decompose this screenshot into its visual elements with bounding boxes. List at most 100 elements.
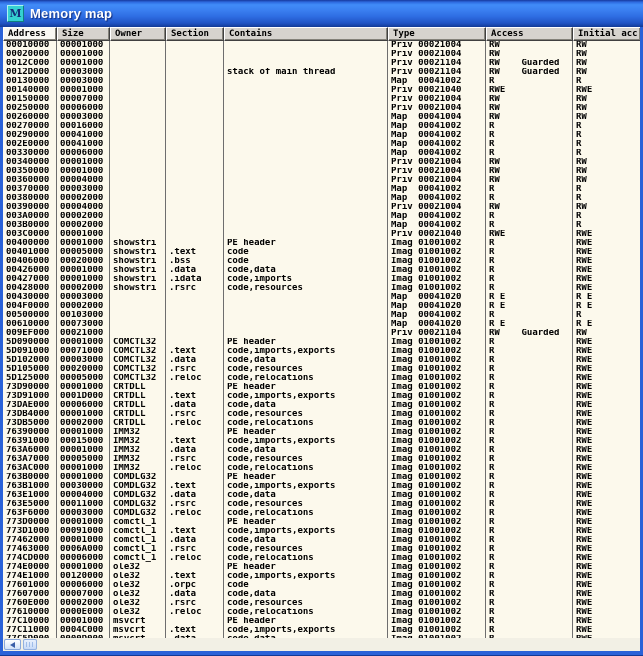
cell-section: .text: [166, 248, 224, 257]
table-row[interactable]: 5D12500000005000COMCTL32.reloccode,reloc…: [3, 374, 640, 383]
cell-type: Map 00041002: [388, 185, 486, 194]
table-row[interactable]: 73DB400000001000CRTDLL.rsrccode,resource…: [3, 410, 640, 419]
table-row[interactable]: 773D100000091000comctl_1.textcode,import…: [3, 527, 640, 536]
column-header-type[interactable]: Type: [388, 27, 486, 41]
column-header-section[interactable]: Section: [166, 27, 224, 41]
cell-size: 00001000: [57, 410, 110, 419]
table-row[interactable]: 0001000000001000Priv 00021004RWRW: [3, 41, 640, 50]
table-row[interactable]: 5D09000000001000COMCTL32PE headerImag 01…: [3, 338, 640, 347]
table-row[interactable]: 0040100000005000showstri.textcodeImag 01…: [3, 248, 640, 257]
table-row[interactable]: 7746200000001000comctl_1.datacode,dataIm…: [3, 536, 640, 545]
table-row[interactable]: 003A000000002000Map 00041002RR: [3, 212, 640, 221]
cell-initial-access: RWE: [573, 473, 640, 482]
table-row[interactable]: 003B000000002000Map 00041002RR: [3, 221, 640, 230]
table-row[interactable]: 7760700000007000ole32.datacode,dataImag …: [3, 590, 640, 599]
table-row[interactable]: 0037000000003000Map 00041002RR: [3, 185, 640, 194]
column-header-address[interactable]: Address: [3, 27, 57, 41]
cell-type: Map 00041002: [388, 221, 486, 230]
table-row[interactable]: 763B100000030000COMDLG32.textcode,import…: [3, 482, 640, 491]
table-row[interactable]: 773D000000001000comctl_1PE headerImag 01…: [3, 518, 640, 527]
cell-address: 00426000: [3, 266, 57, 275]
horizontal-scrollbar[interactable]: [3, 638, 640, 651]
cell-contains: code: [224, 248, 388, 257]
table-row[interactable]: 0038000000002000Map 00041002RR: [3, 194, 640, 203]
cell-initial-access: RWE: [573, 527, 640, 536]
table-row[interactable]: 004F000000002000Map 00041020R ER E: [3, 302, 640, 311]
table-row[interactable]: 77C110000004C000msvcrt.textcode,imports,…: [3, 626, 640, 635]
table-row[interactable]: 763E100000004000COMDLG32.datacode,dataIm…: [3, 491, 640, 500]
table-row[interactable]: 0015000000007000Priv 00021004RWRW: [3, 95, 640, 104]
cell-type: Imag 01001002: [388, 401, 486, 410]
scrollbar-thumb[interactable]: [23, 639, 37, 650]
table-row[interactable]: 0025000000006000Priv 00021004RWRW: [3, 104, 640, 113]
table-row[interactable]: 0012C00000001000Priv 00021104RW GuardedR…: [3, 59, 640, 68]
table-row[interactable]: 763E500000011000COMDLG32.rsrccode,resour…: [3, 500, 640, 509]
table-row[interactable]: 774CD00000006000comctl_1.reloccode,reloc…: [3, 554, 640, 563]
table-row[interactable]: 763F600000003000COMDLG32.reloccode,reloc…: [3, 509, 640, 518]
table-row[interactable]: 0027000000016000Map 00041002RR: [3, 122, 640, 131]
cell-section: .idata: [166, 275, 224, 284]
cell-owner: comctl_1: [110, 545, 166, 554]
titlebar[interactable]: M Memory map: [0, 0, 643, 27]
table-row[interactable]: 0034000000001000Priv 00021004RWRW: [3, 158, 640, 167]
table-row[interactable]: 73DAE00000006000CRTDLL.datacode,dataImag…: [3, 401, 640, 410]
table-row[interactable]: 0014000000001000Priv 00021040RWERWE: [3, 86, 640, 95]
table-row[interactable]: 009EF00000021000Priv 00021104RW GuardedR…: [3, 329, 640, 338]
table-row[interactable]: 774630000006A000comctl_1.rsrccode,resour…: [3, 545, 640, 554]
table-row[interactable]: 7639100000015000IMM32.textcode,imports,e…: [3, 437, 640, 446]
table-row[interactable]: 0042800000002000showstri.rsrccode,resour…: [3, 284, 640, 293]
table-row[interactable]: 5D09100000071000COMCTL32.textcode,import…: [3, 347, 640, 356]
cell-initial-access: RW: [573, 113, 640, 122]
column-header-size[interactable]: Size: [57, 27, 110, 41]
cell-size: 00003000: [57, 185, 110, 194]
table-row[interactable]: 0002000000001000Priv 00021004RWRW: [3, 50, 640, 59]
table-row[interactable]: 0043000000003000Map 00041020R ER E: [3, 293, 640, 302]
table-row[interactable]: 763A700000005000IMM32.rsrccode,resources…: [3, 455, 640, 464]
cell-owner: [110, 329, 166, 338]
table-row[interactable]: 776100000000E000ole32.reloccode,relocati…: [3, 608, 640, 617]
table-row[interactable]: 774E000000001000ole32PE headerImag 01001…: [3, 563, 640, 572]
table-row[interactable]: 774E100000120000ole32.textcode,imports,e…: [3, 572, 640, 581]
table-row[interactable]: 003C000000001000Priv 00021040RWERWE: [3, 230, 640, 239]
table-row[interactable]: 0040000000001000showstriPE headerImag 01…: [3, 239, 640, 248]
cell-type: Imag 01001002: [388, 500, 486, 509]
scroll-left-button[interactable]: [4, 639, 21, 650]
table-row[interactable]: 0040600000020000showstri.bsscodeImag 010…: [3, 257, 640, 266]
cell-initial-access: RWE: [573, 563, 640, 572]
table-row[interactable]: 77C1000000001000msvcrtPE headerImag 0100…: [3, 617, 640, 626]
cell-size: 00006000: [57, 149, 110, 158]
cell-type: Map 00041002: [388, 311, 486, 320]
table-row[interactable]: 0050000000103000Map 00041002RR: [3, 311, 640, 320]
table-row[interactable]: 763B000000001000COMDLG32PE headerImag 01…: [3, 473, 640, 482]
table-row[interactable]: 5D10200000003000COMCTL32.datacode,dataIm…: [3, 356, 640, 365]
cell-address: 00020000: [3, 50, 57, 59]
table-row[interactable]: 73D9000000001000CRTDLLPE headerImag 0100…: [3, 383, 640, 392]
table-row[interactable]: 0039000000004000Priv 00021004RWRW: [3, 203, 640, 212]
table-row[interactable]: 763A600000001000IMM32.datacode,dataImag …: [3, 446, 640, 455]
column-header-initial-access[interactable]: Initial acc: [573, 27, 640, 41]
table-row[interactable]: 0042600000001000showstri.datacode,dataIm…: [3, 266, 640, 275]
table-row[interactable]: 7760E00000002000ole32.rsrccode,resources…: [3, 599, 640, 608]
table-row[interactable]: 7639000000001000IMM32PE headerImag 01001…: [3, 428, 640, 437]
table-row[interactable]: 7760100000006000ole32.orpccodeImag 01001…: [3, 581, 640, 590]
column-header-contains[interactable]: Contains: [224, 27, 388, 41]
table-row[interactable]: 002E000000041000Map 00041002RR: [3, 140, 640, 149]
table-row[interactable]: 763AC00000001000IMM32.reloccode,relocati…: [3, 464, 640, 473]
table-row[interactable]: 0042700000001000showstri.idatacode,impor…: [3, 275, 640, 284]
table-row[interactable]: 0036000000004000Priv 00021004RWRW: [3, 176, 640, 185]
cell-initial-access: R: [573, 140, 640, 149]
table-row[interactable]: 5D10500000020000COMCTL32.rsrccode,resour…: [3, 365, 640, 374]
table-row[interactable]: 0029000000041000Map 00041002RR: [3, 131, 640, 140]
cell-owner: [110, 293, 166, 302]
table-row[interactable]: 0026000000003000Map 00041004RWRW: [3, 113, 640, 122]
table-row[interactable]: 0013000000003000Map 00041002RR: [3, 77, 640, 86]
table-row[interactable]: 73DB500000002000CRTDLL.reloccode,relocat…: [3, 419, 640, 428]
column-header-owner[interactable]: Owner: [110, 27, 166, 41]
column-header-access[interactable]: Access: [486, 27, 573, 41]
cell-type: Imag 01001002: [388, 284, 486, 293]
table-row[interactable]: 0061000000073000Map 00041020R ER E: [3, 320, 640, 329]
table-row[interactable]: 0012D00000003000stack of main threadPriv…: [3, 68, 640, 77]
table-row[interactable]: 73D910000001D000CRTDLL.textcode,imports,…: [3, 392, 640, 401]
table-row[interactable]: 0033000000006000Map 00041002RR: [3, 149, 640, 158]
table-row[interactable]: 0035000000001000Priv 00021004RWRW: [3, 167, 640, 176]
